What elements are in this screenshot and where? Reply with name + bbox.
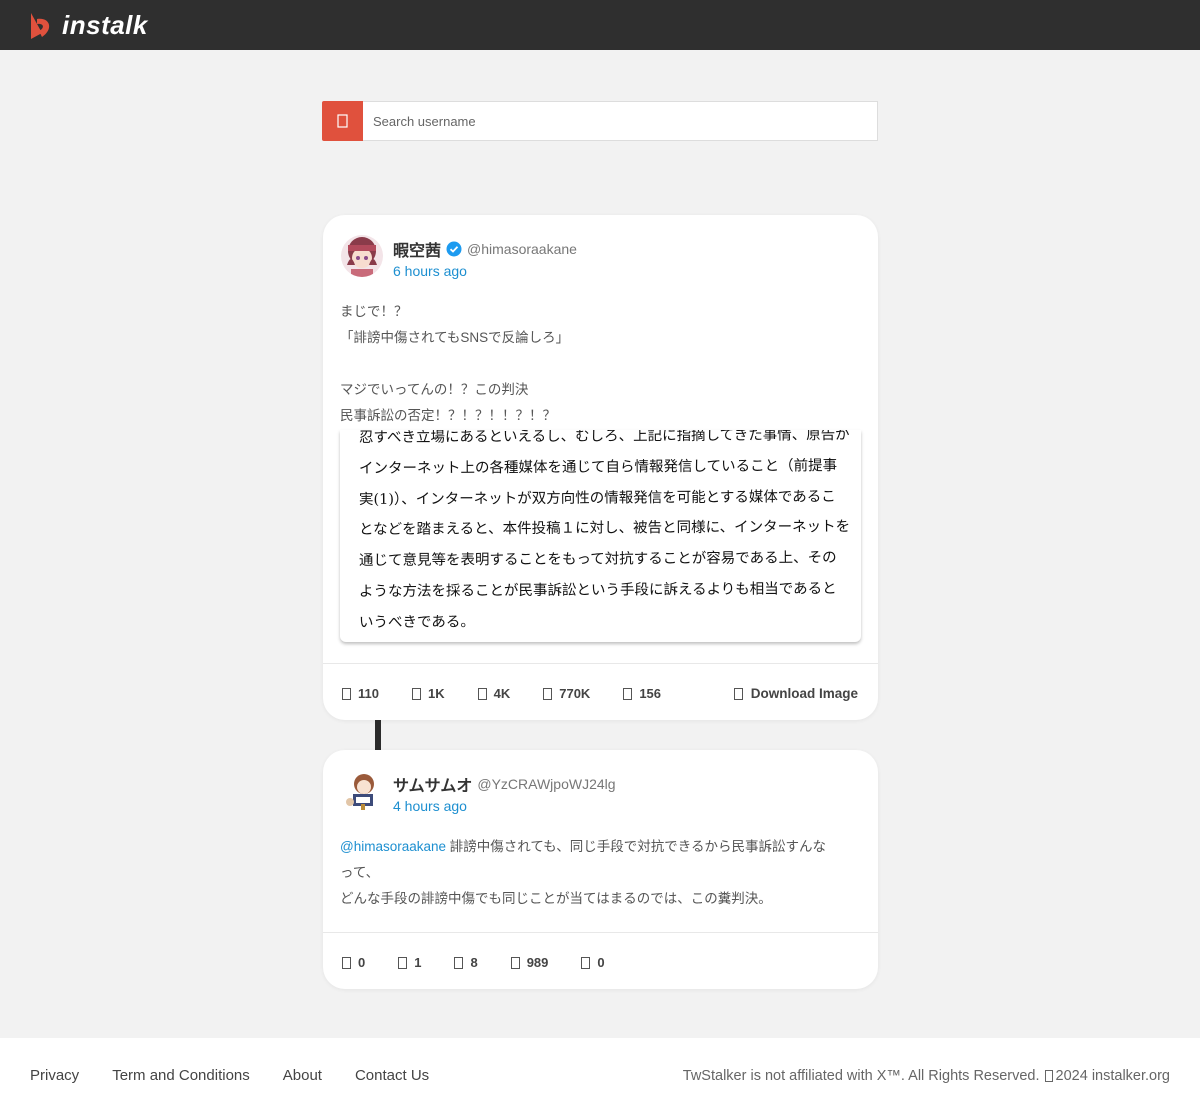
post-header: サムサムオ @YzCRAWjpoWJ24lg 4 hours ago <box>341 770 841 820</box>
stat-value: 989 <box>526 955 549 970</box>
post-text-line: 「誹謗中傷されてもSNSで反論しろ」 <box>340 330 570 345</box>
comment-icon <box>342 687 351 700</box>
image-text-line: 通じて意見等を表明することをもって対抗することが容易である上、その <box>358 550 837 570</box>
footer-link-about[interactable]: About <box>283 1067 322 1084</box>
stat-value: 0 <box>597 955 605 970</box>
post-stats: 0 1 8 989 0 <box>342 955 605 970</box>
comment-count[interactable]: 110 <box>342 686 379 701</box>
divider <box>323 932 878 933</box>
stat-value: 0 <box>358 955 366 970</box>
download-label: Download Image <box>750 686 858 701</box>
search-bar <box>322 101 878 141</box>
image-text-line: となどを踏まえると、本件投稿１に対し、被告と同様に、インターネットを <box>358 519 851 539</box>
copyright-text: TwStalker is not affiliated with X™. All… <box>682 1068 1040 1084</box>
retweet-count[interactable]: 8 <box>454 955 478 970</box>
image-text-line: 忍すべき立場にあるといえるし、むしろ、上記に指摘してきた事情、原告が <box>358 430 850 446</box>
bookmark-icon <box>581 956 591 969</box>
retweet-count[interactable]: 4K <box>477 686 511 701</box>
copyright-year: 2024 instalker.org <box>1055 1068 1170 1084</box>
view-icon <box>543 687 553 700</box>
footer-link-privacy[interactable]: Privacy <box>30 1067 79 1084</box>
search-input[interactable] <box>363 101 878 141</box>
avatar[interactable] <box>341 770 383 812</box>
post-text: @himasoraakane 誹謗中傷されても、同じ手段で対抗できるから民事訴訟… <box>340 834 826 912</box>
stat-value: 156 <box>639 686 662 701</box>
bookmark-count[interactable]: 0 <box>581 955 605 970</box>
stat-value: 4K <box>493 686 511 701</box>
post-header: 暇空茜 @himasoraakane 6 hours ago <box>341 235 841 285</box>
download-image-button[interactable]: Download Image <box>733 686 858 701</box>
footer-link-contact[interactable]: Contact Us <box>355 1067 429 1084</box>
top-bar: instalk <box>0 0 1200 50</box>
post-card: 暇空茜 @himasoraakane 6 hours ago まじで！？ 「誹謗… <box>323 215 878 720</box>
user-handle[interactable]: @YzCRAWjpoWJ24lg <box>477 776 615 792</box>
post-text-line <box>340 351 569 377</box>
divider <box>323 663 878 664</box>
comment-count[interactable]: 0 <box>342 955 365 970</box>
post-text-line: @himasoraakane 誹謗中傷されても、同じ手段で対抗できるから民事訴訟… <box>340 834 826 860</box>
retweet-icon <box>454 956 464 969</box>
image-text-line: ような方法を採ることが民事訴訟という手段に訴えるよりも相当であると <box>358 581 837 600</box>
footer-links: Privacy Term and Conditions About Contac… <box>30 1067 462 1084</box>
bookmark-icon <box>623 687 633 700</box>
post-text-line: まじで！？ <box>340 304 408 319</box>
footer: Privacy Term and Conditions About Contac… <box>0 1038 1200 1110</box>
stat-value: 770K <box>559 686 591 701</box>
comment-icon <box>342 956 351 969</box>
post-text-line: マジでいってんの！？この判決 <box>340 382 529 397</box>
post-text-fragment: 誹謗中傷されても、同じ手段で対抗できるから民事訴訟すんな <box>446 839 827 854</box>
display-name[interactable]: サムサムオ <box>393 772 472 796</box>
post-text-line: って、 <box>340 865 380 880</box>
post-time[interactable]: 4 hours ago <box>393 798 467 814</box>
search-button[interactable] <box>322 101 363 141</box>
verified-badge-icon <box>446 241 462 257</box>
thread-connector <box>375 720 381 750</box>
view-count[interactable]: 989 <box>510 955 549 970</box>
copyright: TwStalker is not affiliated with X™. All… <box>683 1068 1170 1084</box>
quote-count[interactable]: 1K <box>411 686 445 701</box>
quote-icon <box>411 687 421 700</box>
image-text-line: いうべきである。 <box>358 614 475 631</box>
quote-icon <box>398 956 408 969</box>
view-count[interactable]: 770K <box>543 686 590 701</box>
post-text: まじで！？ 「誹謗中傷されてもSNSで反論しろ」 マジでいってんの！？この判決 … <box>340 299 569 429</box>
bookmark-count[interactable]: 156 <box>623 686 661 701</box>
download-icon <box>733 687 743 700</box>
avatar[interactable] <box>341 235 383 277</box>
stat-value: 8 <box>470 955 478 970</box>
post-image[interactable]: 忍すべき立場にあるといえるし、むしろ、上記に指摘してきた事情、原告が インターネ… <box>340 430 861 642</box>
post-card: サムサムオ @YzCRAWjpoWJ24lg 4 hours ago @hima… <box>323 750 878 989</box>
logo-text: instalk <box>62 10 148 40</box>
retweet-icon <box>477 687 487 700</box>
post-time[interactable]: 6 hours ago <box>393 263 467 279</box>
image-text-line: インターネット上の各種媒体を通じて自ら情報発信していること（前提事 <box>358 457 838 477</box>
footer-link-terms[interactable]: Term and Conditions <box>112 1067 250 1084</box>
quote-count[interactable]: 1 <box>398 955 421 970</box>
post-text-line: どんな手段の誹謗中傷でも同じことが当てはまるのでは、この糞判決。 <box>340 891 772 906</box>
logo-icon <box>31 12 50 39</box>
copyright-icon <box>1044 1070 1053 1082</box>
image-text-line: 実(1)）、インターネットが双方向性の情報発信を可能とする媒体であるこ <box>358 488 836 508</box>
search-icon <box>336 114 348 128</box>
stat-value: 1K <box>427 686 445 701</box>
view-icon <box>510 956 520 969</box>
display-name[interactable]: 暇空茜 <box>393 237 441 261</box>
post-text-line: 民事訴訟の否定！？！？！！？！？ <box>340 408 556 423</box>
mention-link[interactable]: @himasoraakane <box>340 839 446 854</box>
post-stats: 110 1K 4K 770K 156 <box>342 686 661 701</box>
user-handle[interactable]: @himasoraakane <box>467 241 577 257</box>
stat-value: 1 <box>414 955 422 970</box>
image-document-text: 忍すべき立場にあるといえるし、むしろ、上記に指摘してきた事情、原告が インターネ… <box>359 430 850 639</box>
stat-value: 110 <box>358 686 379 701</box>
logo[interactable]: instalk <box>28 10 154 41</box>
